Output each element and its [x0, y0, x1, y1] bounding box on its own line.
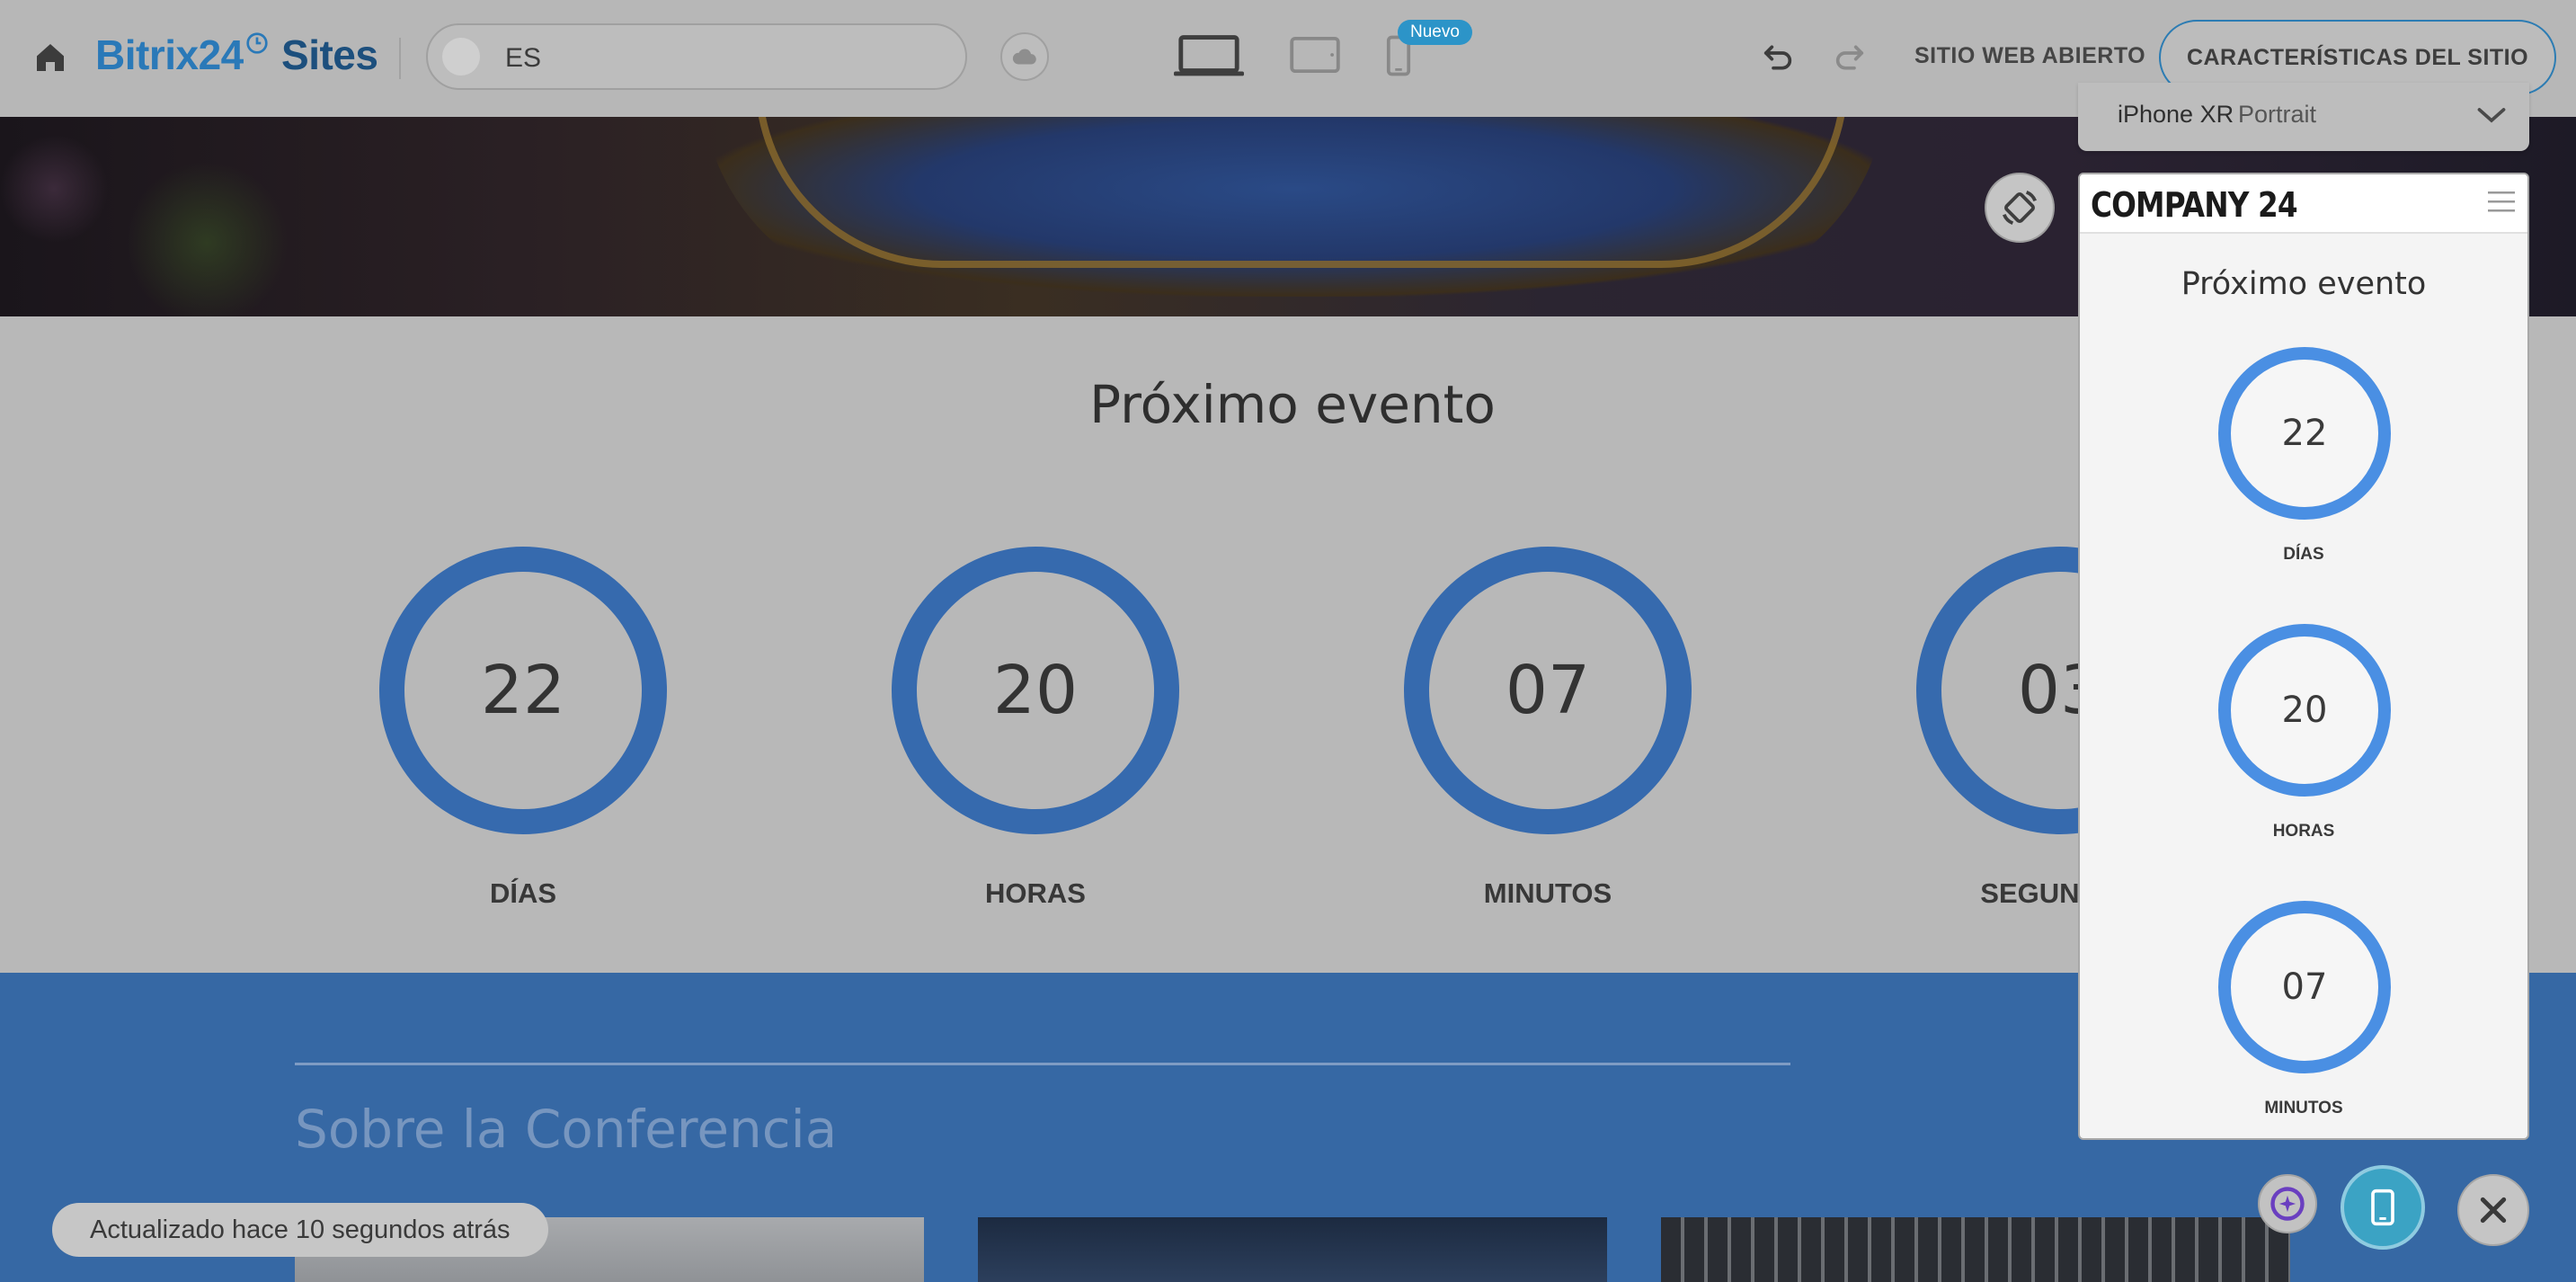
- hamburger-menu-icon[interactable]: [2488, 189, 2515, 214]
- rotate-icon: [2002, 190, 2038, 226]
- redo-icon[interactable]: [1830, 40, 1870, 76]
- countdown-hours-circle: 20: [892, 547, 1179, 834]
- language-selector[interactable]: ES: [426, 23, 967, 90]
- countdown-days-circle: 22: [379, 547, 667, 834]
- device-name: iPhone XR: [2118, 101, 2234, 128]
- close-icon: [2480, 1197, 2507, 1224]
- undo-icon[interactable]: [1758, 40, 1798, 76]
- mobile-brand-logo[interactable]: COMPANY 24: [2091, 185, 2298, 225]
- tablet-view-icon[interactable]: [1289, 36, 1341, 74]
- close-preview-button[interactable]: [2457, 1174, 2529, 1246]
- about-image-3: [1661, 1217, 2290, 1282]
- toolbar-divider: [399, 38, 401, 79]
- copilot-icon: [2270, 1187, 2305, 1221]
- autosave-toast: Actualizado hace 10 segundos atrás: [52, 1203, 548, 1257]
- mobile-minutes-circle: 07: [2218, 901, 2391, 1073]
- language-value: ES: [505, 43, 542, 73]
- mobile-countdown-title: Próximo evento: [2181, 266, 2427, 302]
- cloud-icon: [1012, 49, 1036, 65]
- mobile-preview-frame[interactable]: COMPANY 24 Próximo evento 22 DÍAS 20 HOR…: [2078, 173, 2529, 1140]
- desktop-view-icon[interactable]: [1174, 32, 1244, 79]
- mobile-preview-toggle-button[interactable]: [2341, 1165, 2425, 1250]
- clock-icon: [246, 32, 268, 54]
- bitrix24-sites-logo[interactable]: Bitrix24 Sites: [95, 31, 378, 79]
- mobile-days-label: DÍAS: [2283, 545, 2324, 564]
- new-badge: Nuevo: [1398, 20, 1472, 45]
- mobile-header: COMPANY 24: [2080, 174, 2527, 234]
- device-orientation: Portrait: [2238, 101, 2317, 128]
- rotate-device-button[interactable]: [1985, 173, 2055, 243]
- about-title: Sobre la Conferencia: [295, 1099, 838, 1160]
- logo-product: Sites: [281, 31, 378, 78]
- about-divider: [295, 1063, 1790, 1065]
- mobile-days-circle: 22: [2218, 347, 2391, 520]
- open-site-button[interactable]: SITIO WEB ABIERTO: [1914, 43, 2145, 69]
- cloud-save-button[interactable]: [1000, 32, 1049, 81]
- countdown-minutes-label: MINUTOS: [1483, 877, 1612, 909]
- hero-plants: [0, 117, 324, 316]
- mobile-hours-label: HORAS: [2272, 822, 2335, 841]
- countdown-minutes-circle: 07: [1404, 547, 1692, 834]
- mobile-hours-circle: 20: [2218, 624, 2391, 797]
- mobile-minutes-label: MINUTOS: [2264, 1099, 2343, 1117]
- countdown-days-label: DÍAS: [489, 877, 557, 909]
- copilot-button[interactable]: [2258, 1174, 2317, 1233]
- countdown-hours-label: HORAS: [985, 877, 1086, 909]
- home-icon[interactable]: [32, 40, 68, 76]
- smartphone-icon: [2371, 1189, 2394, 1226]
- logo-brand: Bitrix24: [95, 31, 244, 78]
- about-image-2: [978, 1217, 1607, 1282]
- device-selector[interactable]: iPhone XR Portrait: [2078, 83, 2529, 151]
- hero-stage-rim: [755, 117, 1848, 268]
- site-thumbnail-icon: [442, 38, 480, 76]
- chevron-down-icon: [2477, 108, 2506, 123]
